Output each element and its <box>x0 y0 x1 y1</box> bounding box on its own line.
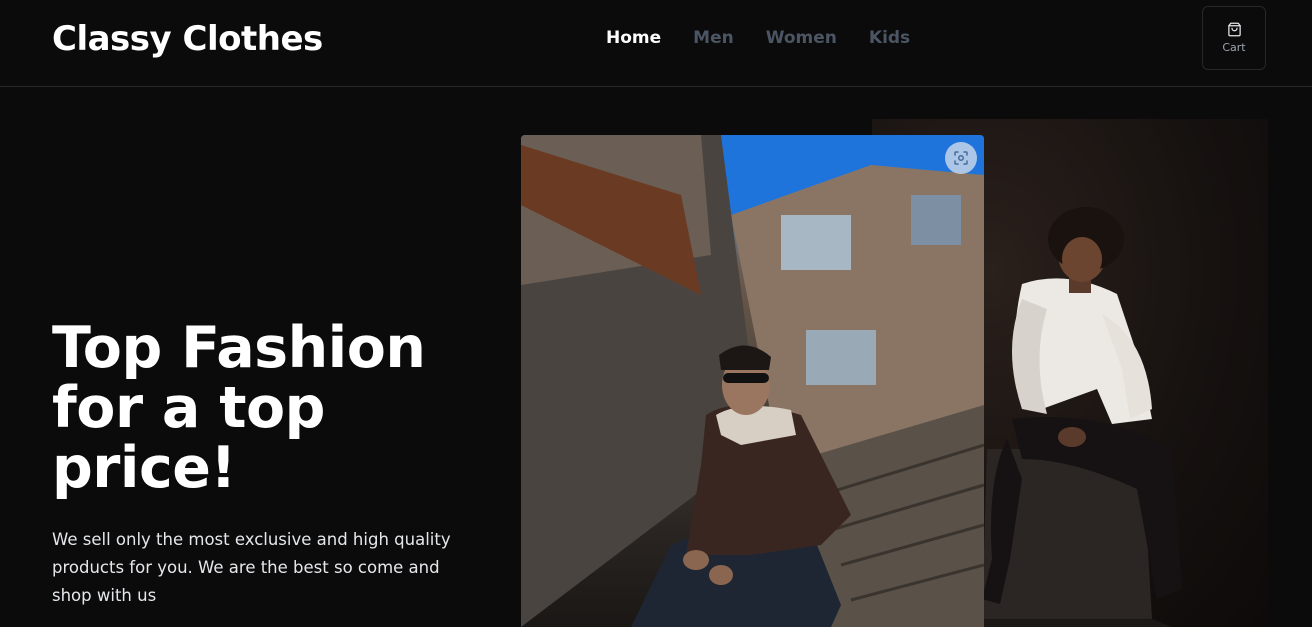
hero-title: Top Fashion for a top price! <box>52 315 426 501</box>
cart-label: Cart <box>1222 41 1246 54</box>
nav-link-men[interactable]: Men <box>693 28 734 48</box>
image-search-button[interactable] <box>945 142 977 174</box>
image-search-icon <box>954 151 968 165</box>
nav-link-kids[interactable]: Kids <box>869 28 910 48</box>
brand-logo[interactable]: Classy Clothes <box>52 19 323 59</box>
main-nav: Home Men Women Kids <box>606 28 910 48</box>
hero-description: We sell only the most exclusive and high… <box>52 530 451 605</box>
man-fashion-photo <box>521 135 984 627</box>
site-header: Classy Clothes Home Men Women Kids Cart <box>0 0 1312 87</box>
nav-link-women[interactable]: Women <box>766 28 837 48</box>
cart-button[interactable]: Cart <box>1202 6 1266 70</box>
shopping-bag-icon <box>1227 22 1241 37</box>
nav-link-home[interactable]: Home <box>606 28 661 48</box>
